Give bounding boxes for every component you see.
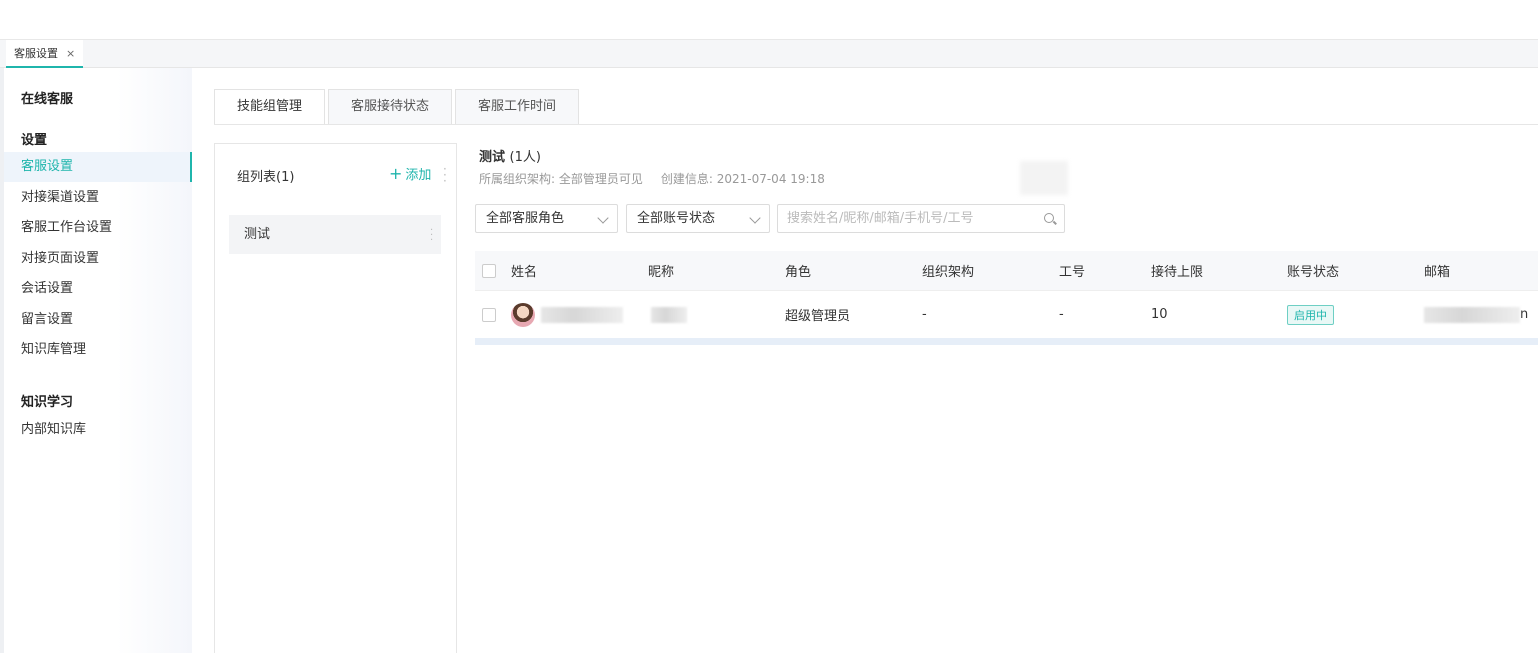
sidebar-item-session-settings[interactable]: 会话设置 (4, 274, 192, 304)
group-detail-meta: 所属组织架构: 全部管理员可见 创建信息: 2021-07-04 19:18 (479, 170, 825, 187)
status-cell: 启用中 (1287, 291, 1334, 338)
redacted-area (1020, 161, 1068, 195)
email-cell: n (1424, 291, 1528, 338)
sidebar-item-workbench-settings[interactable]: 客服工作台设置 (4, 213, 192, 243)
group-item[interactable]: 测试 · · · (229, 215, 441, 254)
column-header-email: 邮箱 (1424, 265, 1451, 280)
tab-skill-group[interactable]: 技能组管理 (214, 89, 326, 125)
top-header (0, 0, 1538, 40)
column-header-org: 组织架构 (922, 265, 975, 280)
table-row[interactable]: 超级管理员 - - 10 启用中 n (475, 291, 1538, 338)
row-checkbox-cell (482, 291, 496, 338)
group-detail-count: (1人) (509, 150, 541, 165)
job-no-cell: - (1059, 307, 1064, 322)
nickname-cell (651, 291, 687, 338)
sidebar-item-message-settings[interactable]: 留言设置 (4, 305, 192, 335)
group-detail-name: 测试 (479, 150, 506, 165)
group-detail-title: 测试 (1人) (479, 146, 541, 165)
tab-divider (214, 124, 1538, 125)
org-cell: - (922, 307, 927, 322)
search-box (777, 204, 1065, 233)
org-info: 所属组织架构: 全部管理员可见 (479, 172, 643, 186)
add-group-button[interactable]: + 添加 (389, 164, 431, 183)
status-select[interactable]: 全部账号状态 (626, 204, 770, 233)
avatar (511, 302, 535, 327)
tab-work-time[interactable]: 客服工作时间 (455, 89, 580, 125)
group-more-icon[interactable]: · · · (430, 226, 433, 246)
sidebar-section-knowledge-learning: 知识学习 (21, 395, 74, 410)
page-tab-label: 客服设置 (14, 47, 58, 60)
table-scrollbar[interactable] (475, 338, 1538, 345)
sidebar-section-settings: 设置 (21, 133, 48, 148)
column-header-nickname: 昵称 (648, 265, 675, 280)
chevron-down-icon (749, 212, 761, 224)
sidebar-item-internal-knowledge[interactable]: 内部知识库 (4, 415, 192, 445)
redacted-name (541, 306, 623, 323)
member-table: 姓名 昵称 角色 组织架构 工号 接待上限 账号状态 邮箱 超级管理员 - - … (475, 251, 1538, 345)
search-input[interactable] (778, 205, 1028, 232)
tab-reception-status[interactable]: 客服接待状态 (328, 89, 453, 125)
column-header-job-no: 工号 (1059, 265, 1086, 280)
select-all-checkbox-cell (482, 251, 496, 290)
column-header-status: 账号状态 (1287, 265, 1340, 280)
page-tab-strip: 客服设置 × (0, 40, 1538, 68)
column-header-limit: 接待上限 (1151, 265, 1204, 280)
role-select[interactable]: 全部客服角色 (475, 204, 618, 233)
add-group-label: 添加 (405, 168, 432, 183)
email-tail: n (1520, 307, 1529, 322)
page-tab-service-settings[interactable]: 客服设置 × (6, 40, 84, 68)
group-list-panel: 组列表(1) + 添加 · · · 测试 · · · (214, 143, 457, 653)
redacted-email (1424, 306, 1520, 323)
sidebar-section-online-service: 在线客服 (21, 92, 74, 107)
created-info: 创建信息: 2021-07-04 19:18 (660, 172, 825, 186)
role-cell: 超级管理员 (785, 309, 851, 324)
search-icon[interactable] (1044, 213, 1054, 223)
tab-bar: 技能组管理 客服接待状态 客服工作时间 (214, 89, 582, 125)
column-header-name: 姓名 (511, 265, 538, 280)
main-content: 技能组管理 客服接待状态 客服工作时间 组列表(1) + 添加 · · · 测试 ·… (192, 68, 1538, 653)
name-cell (511, 291, 623, 338)
status-select-value: 全部账号状态 (637, 211, 716, 226)
sidebar-item-service-settings[interactable]: 客服设置 (4, 152, 192, 182)
group-item-name: 测试 (244, 227, 271, 242)
limit-cell: 10 (1151, 307, 1168, 322)
chevron-down-icon (597, 212, 609, 224)
role-select-value: 全部客服角色 (486, 211, 565, 226)
column-header-role: 角色 (785, 265, 812, 280)
select-all-checkbox[interactable] (482, 263, 496, 278)
sidebar-item-knowledge-base[interactable]: 知识库管理 (4, 335, 192, 365)
table-header: 姓名 昵称 角色 组织架构 工号 接待上限 账号状态 邮箱 (475, 251, 1538, 291)
sidebar-item-channel-settings[interactable]: 对接渠道设置 (4, 183, 192, 213)
plus-icon: + (389, 163, 403, 183)
close-icon[interactable]: × (66, 47, 75, 60)
status-badge: 启用中 (1287, 304, 1334, 325)
group-list-title: 组列表(1) (237, 170, 295, 185)
sidebar: 在线客服 设置 客服设置 对接渠道设置 客服工作台设置 对接页面设置 会话设置 … (4, 68, 192, 653)
more-icon[interactable]: · · · (443, 163, 447, 187)
group-detail: 测试 (1人) 所属组织架构: 全部管理员可见 创建信息: 2021-07-04… (475, 143, 1538, 653)
redacted-nickname (651, 306, 687, 323)
row-checkbox[interactable] (482, 307, 496, 322)
sidebar-item-page-settings[interactable]: 对接页面设置 (4, 244, 192, 274)
